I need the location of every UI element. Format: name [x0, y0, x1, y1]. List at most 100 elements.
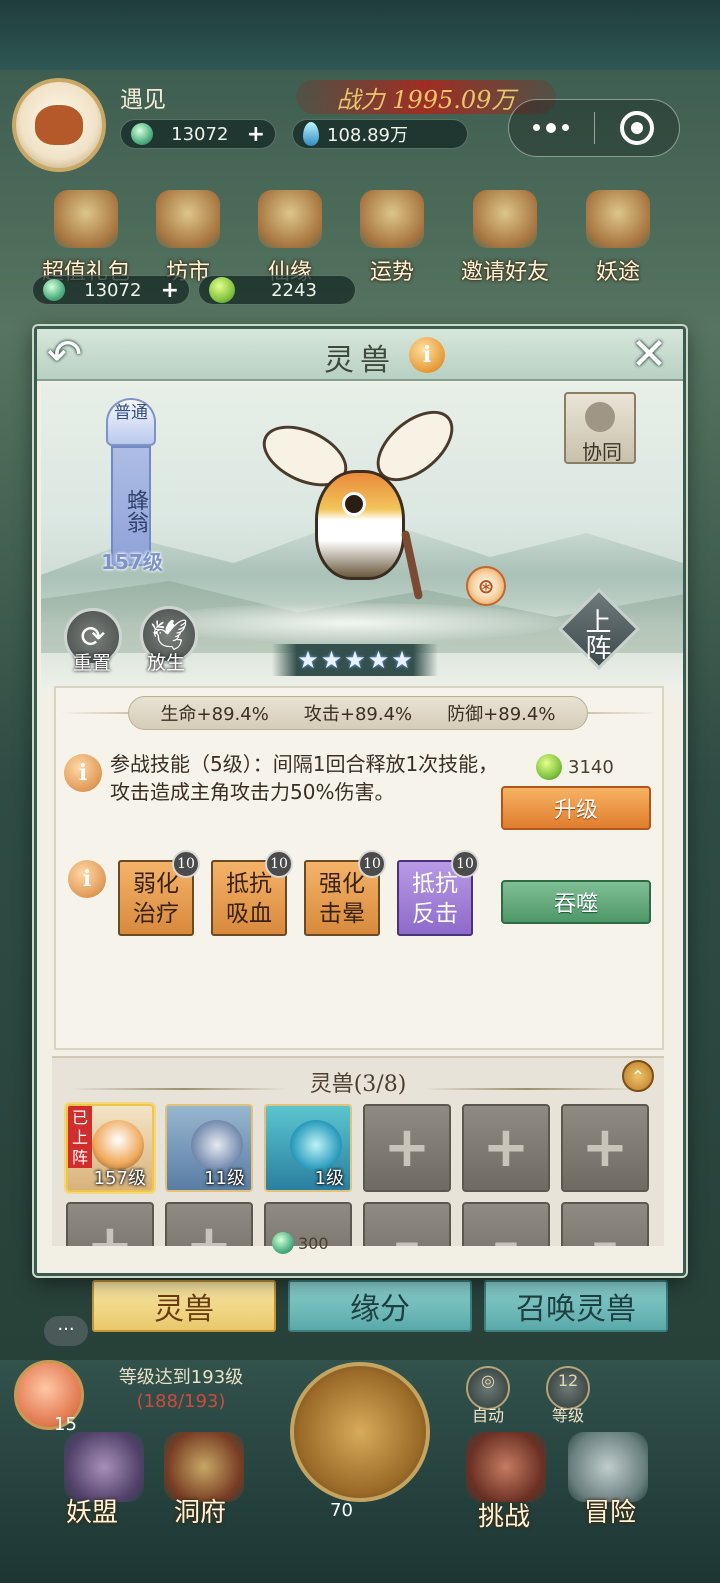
trait-level-badge: 10	[265, 850, 293, 878]
beast-slot-dragon[interactable]: 11级	[165, 1104, 253, 1192]
cooperation-button[interactable]: 协同	[564, 392, 636, 464]
beast-slot-phoenix[interactable]: 1级	[264, 1104, 352, 1192]
unlock-cost-value: 300	[298, 1233, 329, 1253]
top-decoration-bar	[0, 0, 720, 70]
tab-spirit-beast[interactable]: 灵兽	[92, 1280, 276, 1332]
tab-fate[interactable]: 缘分	[288, 1280, 472, 1332]
menu-invite[interactable]: 邀请好友	[446, 190, 564, 285]
beast-slot-bee-elder[interactable]: 已上阵 157级	[66, 1104, 154, 1192]
lock-icon: ▬	[591, 1229, 619, 1246]
menu-fortune[interactable]: 运势	[344, 190, 440, 285]
dragon-portrait	[191, 1120, 243, 1170]
trait-enhance-stun[interactable]: 强化击晕 10	[304, 850, 386, 936]
jade-coin-icon	[131, 123, 153, 145]
upgrade-cost: 3140	[536, 754, 614, 780]
nav-cave[interactable]: 洞府	[174, 1492, 226, 1529]
star-rating: ★ ★ ★ ★ ★	[272, 644, 438, 676]
collapse-chevron-icon[interactable]: ⌃	[622, 1060, 654, 1092]
empty-beast-slot[interactable]: +	[462, 1104, 550, 1192]
trait-resist-counter[interactable]: 抵抗反击 10	[397, 850, 479, 936]
stat-bonus-banner: 生命+89.4% 攻击+89.4% 防御+89.4%	[128, 696, 588, 730]
menu-demon-path[interactable]: 妖途	[570, 190, 666, 285]
tab-summon-beast[interactable]: 召唤灵兽	[484, 1280, 668, 1332]
beast-element-badge-icon[interactable]: ⊛	[466, 566, 506, 606]
bee-eye	[342, 492, 366, 516]
lock-icon: ▬	[393, 1229, 421, 1246]
star-icon: ★	[320, 646, 343, 674]
attack-bonus: 攻击+89.4%	[303, 704, 413, 725]
peach-count: 15	[54, 1414, 77, 1435]
axe-count: 70	[330, 1500, 353, 1521]
deploy-button[interactable]: 上阵	[557, 587, 641, 671]
trait-name: 强化击晕	[319, 871, 365, 927]
plus-icon: +	[185, 1213, 233, 1246]
spirit-fruit-icon	[209, 277, 235, 303]
empty-beast-slot[interactable]: +	[165, 1202, 253, 1246]
add-jade-icon[interactable]: +	[247, 122, 265, 147]
challenge-icon	[466, 1432, 546, 1502]
star-icon: ★	[391, 646, 413, 674]
cooperation-icon	[585, 402, 615, 432]
empty-beast-slot[interactable]: +	[66, 1202, 154, 1246]
player-name: 遇见	[120, 87, 166, 113]
slot-level: 157级	[93, 1168, 146, 1189]
jade-amount: 13072	[84, 279, 142, 301]
defense-bonus: 防御+89.4%	[447, 704, 556, 725]
locked-beast-slot[interactable]: ▬	[561, 1202, 649, 1246]
jade-currency-pill[interactable]: 13072 +	[120, 119, 276, 149]
swirl-icon: ◎	[481, 1371, 495, 1390]
nav-challenge[interactable]: 挑战	[478, 1496, 530, 1533]
trait-resist-lifesteal[interactable]: 抵抗吸血 10	[211, 850, 293, 936]
trait-level-badge: 10	[358, 850, 386, 878]
empty-beast-slot[interactable]: +	[561, 1104, 649, 1192]
lotus-icon	[258, 190, 322, 248]
bee-elder-portrait	[92, 1120, 144, 1170]
menu-gift-pack[interactable]: 超值礼包	[38, 190, 134, 285]
devour-button[interactable]: 吞噬	[501, 880, 651, 924]
menu-label: 妖途	[595, 260, 640, 285]
back-arrow-icon[interactable]: ↶	[47, 333, 97, 377]
more-menu-button[interactable]	[509, 100, 594, 156]
dialog-title: 灵兽	[324, 343, 396, 378]
chat-bubble-icon[interactable]: ···	[44, 1316, 88, 1346]
close-miniprogram-button[interactable]	[595, 100, 680, 156]
trait-weaken-heal[interactable]: 弱化治疗 10	[118, 850, 200, 936]
locked-beast-slot[interactable]: ▬	[462, 1202, 550, 1246]
upgrade-button[interactable]: 升级	[501, 786, 651, 830]
menu-label: 邀请好友	[460, 260, 549, 285]
avatar-face-icon	[35, 105, 83, 145]
title-info-button[interactable]: i	[409, 337, 445, 373]
nav-alliance[interactable]: 妖盟	[66, 1492, 118, 1529]
menu-label: 运势	[369, 260, 414, 285]
spirit-fruit-icon	[536, 754, 562, 780]
reset-label: 重置	[72, 652, 111, 674]
invite-book-icon	[473, 190, 537, 248]
trait-name: 抵抗反击	[412, 871, 458, 927]
nav-adventure[interactable]: 冒险	[584, 1492, 636, 1529]
player-avatar[interactable]	[12, 78, 106, 172]
bee-elder-beast-sprite[interactable]	[253, 397, 467, 610]
roster-second-row: + + ▬ ▬ ▬	[52, 1200, 664, 1246]
menu-market[interactable]: 坊市	[140, 190, 236, 285]
menu-fate[interactable]: 仙缘	[242, 190, 338, 285]
axe-action-button[interactable]	[290, 1362, 430, 1502]
skill-info-icon[interactable]: i	[64, 754, 102, 792]
jade-currency-pill-secondary[interactable]: 13072 +	[32, 275, 190, 305]
quest-tracker[interactable]: 等级达到193级 (188/193)	[96, 1366, 266, 1416]
slot-unlock-cost: 300	[272, 1232, 329, 1254]
locked-beast-slot[interactable]: ▬	[363, 1202, 451, 1246]
jade-coin-icon	[43, 279, 65, 301]
close-icon[interactable]: ✕	[625, 331, 673, 379]
empty-beast-slot[interactable]: +	[363, 1104, 451, 1192]
lock-icon: ▬	[492, 1229, 520, 1246]
spirit-gem-pill[interactable]: 108.89万	[292, 119, 468, 149]
traits-info-icon[interactable]: i	[68, 860, 106, 898]
jade-coin-icon	[272, 1232, 294, 1254]
deploy-label: 上阵	[581, 608, 611, 660]
level-number: 12	[557, 1371, 579, 1390]
cooperation-label: 协同	[582, 440, 622, 464]
spirit-gem-icon	[303, 122, 319, 146]
bee-body	[315, 470, 405, 580]
add-jade-icon[interactable]: +	[161, 278, 179, 303]
plus-icon: +	[581, 1115, 629, 1180]
